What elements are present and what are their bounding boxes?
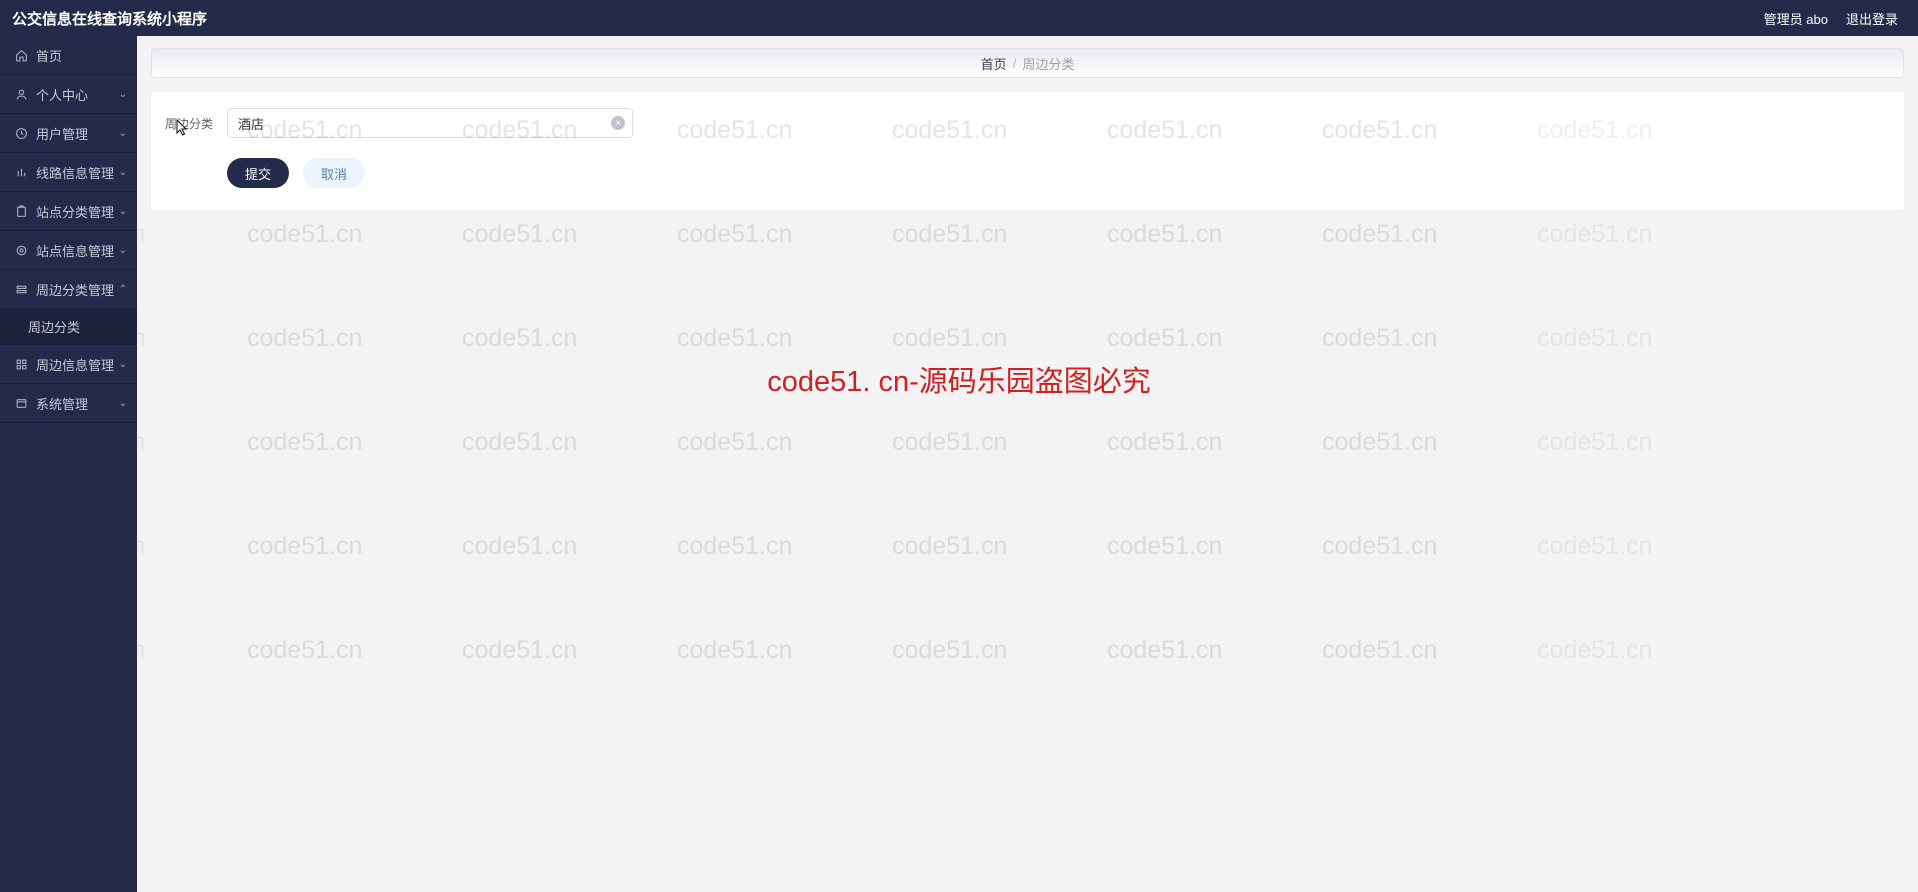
sidebar-item-station-info[interactable]: 站点信息管理 ⌄ <box>0 231 137 270</box>
chevron-down-icon: ⌄ <box>119 206 127 217</box>
sidebar-item-around-info[interactable]: 周边信息管理 ⌄ <box>0 345 137 384</box>
chevron-down-icon: ⌄ <box>119 245 127 256</box>
clipboard-icon <box>14 204 28 218</box>
sidebar-item-label: 周边信息管理 <box>36 355 114 374</box>
admin-label[interactable]: 管理员 abo <box>1764 9 1828 28</box>
sidebar-item-label: 系统管理 <box>36 394 88 413</box>
breadcrumb: 首页 / 周边分类 <box>151 48 1904 78</box>
topbar: 公交信息在线查询系统小程序 管理员 abo 退出登录 <box>0 0 1918 36</box>
grid-icon <box>14 357 28 371</box>
chevron-down-icon: ⌄ <box>119 89 127 100</box>
chevron-down-icon: ⌄ <box>119 398 127 409</box>
stack-icon <box>14 282 28 296</box>
sidebar-item-station-category[interactable]: 站点分类管理 ⌄ <box>0 192 137 231</box>
category-input[interactable] <box>227 108 633 138</box>
chevron-up-icon: ⌃ <box>119 284 127 295</box>
cancel-button[interactable]: 取消 <box>303 158 365 188</box>
breadcrumb-current: 周边分类 <box>1022 54 1074 73</box>
user-icon <box>14 87 28 101</box>
chevron-down-icon: ⌄ <box>119 167 127 178</box>
form-label-category: 周边分类 <box>165 115 223 132</box>
sidebar: 首页 个人中心 ⌄ 用户管理 ⌄ 线路信息管理 ⌄ 站点分类管理 ⌄ 站点信息管… <box>0 36 137 892</box>
chevron-down-icon: ⌄ <box>119 359 127 370</box>
sidebar-item-profile[interactable]: 个人中心 ⌄ <box>0 75 137 114</box>
sidebar-item-system[interactable]: 系统管理 ⌄ <box>0 384 137 423</box>
submit-button[interactable]: 提交 <box>227 158 289 188</box>
chevron-down-icon: ⌄ <box>119 128 127 139</box>
sidebar-subitem-label: 周边分类 <box>28 317 80 336</box>
target-icon <box>14 243 28 257</box>
sidebar-item-label: 首页 <box>36 46 62 65</box>
clear-icon[interactable]: × <box>611 116 625 130</box>
sidebar-item-label: 站点信息管理 <box>36 241 114 260</box>
sidebar-item-label: 站点分类管理 <box>36 202 114 221</box>
sidebar-item-around-category[interactable]: 周边分类管理 ⌃ <box>0 270 137 309</box>
form-row-category: 周边分类 × <box>165 108 1890 138</box>
sidebar-item-home[interactable]: 首页 <box>0 36 137 75</box>
app-title: 公交信息在线查询系统小程序 <box>12 8 207 29</box>
sidebar-item-user-manage[interactable]: 用户管理 ⌄ <box>0 114 137 153</box>
sidebar-subitem-around-category[interactable]: 周边分类 <box>0 309 137 345</box>
home-icon <box>14 48 28 62</box>
logout-link[interactable]: 退出登录 <box>1846 9 1898 28</box>
sidebar-item-label: 个人中心 <box>36 85 88 104</box>
sidebar-item-label: 用户管理 <box>36 124 88 143</box>
form-card: 周边分类 × 提交 取消 <box>151 92 1904 210</box>
main-content: 首页 / 周边分类 周边分类 × 提交 取消 <box>137 36 1918 892</box>
breadcrumb-separator: / <box>1013 56 1017 71</box>
clock-icon <box>14 126 28 140</box>
bars-icon <box>14 165 28 179</box>
sidebar-item-label: 线路信息管理 <box>36 163 114 182</box>
sidebar-item-label: 周边分类管理 <box>36 280 114 299</box>
window-icon <box>14 396 28 410</box>
sidebar-item-route-info[interactable]: 线路信息管理 ⌄ <box>0 153 137 192</box>
breadcrumb-home[interactable]: 首页 <box>981 54 1007 73</box>
